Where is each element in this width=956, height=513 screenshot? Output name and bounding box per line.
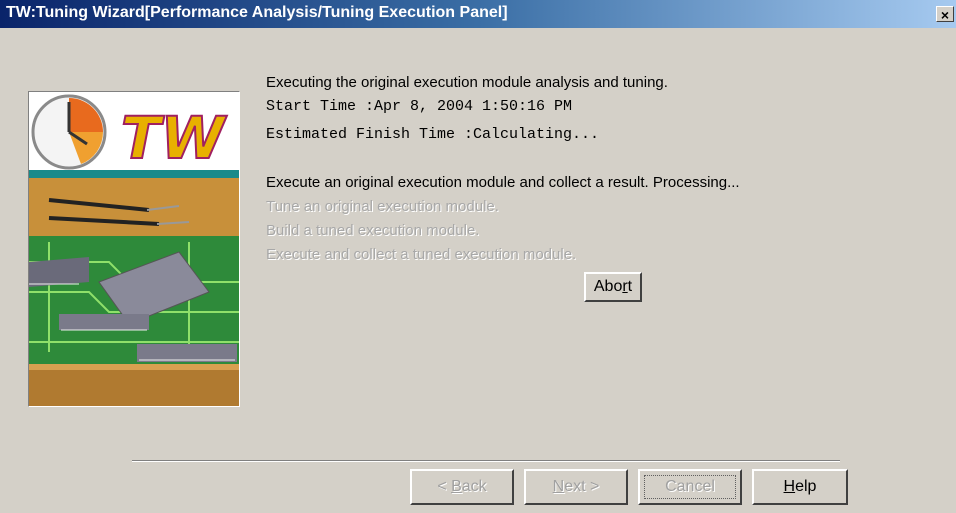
help-button[interactable]: Help [752,469,848,505]
help-label-post: elp [795,478,817,495]
close-button[interactable]: × [936,6,954,23]
estimated-finish-time: Estimated Finish Time :Calculating... [266,126,600,143]
svg-text:TW: TW [121,104,228,172]
next-label-post: ext > [564,478,600,495]
step-pending: Tune an original execution module. [266,198,499,215]
cancel-button[interactable]: Cancel [638,469,742,505]
back-label-key: B [451,478,462,495]
tw-logo: TW [113,103,233,173]
panel-heading: Executing the original execution module … [266,74,668,91]
abort-button[interactable]: Abort [584,272,642,302]
back-label-post: ack [461,478,487,495]
abort-label-pre: Abo [593,278,623,295]
back-button[interactable]: < Back [410,469,514,505]
wizard-illustration: TW [28,91,240,407]
step-active: Execute an original execution module and… [266,174,740,191]
next-button[interactable]: Next > [524,469,628,505]
window-title: TW:Tuning Wizard[Performance Analysis/Tu… [6,4,508,21]
footer-separator [132,460,840,462]
title-bar: TW:Tuning Wizard[Performance Analysis/Tu… [0,0,956,28]
focus-outline [644,475,736,499]
step-pending: Build a tuned execution module. [266,222,480,239]
help-label-key: H [783,478,796,495]
abort-label-post: t [627,278,633,295]
step-pending: Execute and collect a tuned execution mo… [266,246,577,263]
back-label-pre: < [437,478,452,495]
start-time: Start Time :Apr 8, 2004 1:50:16 PM [266,98,573,115]
next-label-key: N [552,478,565,495]
clock-icon [31,94,107,170]
